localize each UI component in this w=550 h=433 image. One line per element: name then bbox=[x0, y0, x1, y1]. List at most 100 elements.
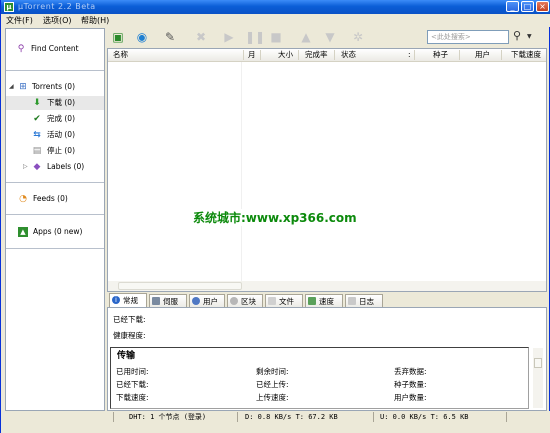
info-icon: i bbox=[112, 296, 120, 304]
downloaded-transfer-label: 已经下载: bbox=[116, 380, 149, 389]
menu-bar: 文件(F) 选项(O) 帮助(H) bbox=[1, 14, 550, 27]
expand-icon[interactable]: ▷ bbox=[23, 160, 28, 174]
menu-options[interactable]: 选项(O) bbox=[43, 15, 72, 26]
uploaded-label: 已经上传: bbox=[256, 380, 289, 389]
sidebar-divider bbox=[6, 70, 104, 71]
log-icon bbox=[348, 297, 356, 305]
sidebar-item-stopped[interactable]: ▤ 停止 (0) bbox=[6, 144, 104, 158]
chevron-down-icon[interactable]: ▼ bbox=[527, 33, 532, 40]
downloaded-label: 已经下载: bbox=[113, 315, 146, 324]
torrents-label: Torrents (0) bbox=[32, 82, 75, 91]
start-icon[interactable]: ▶ bbox=[221, 29, 237, 45]
apps-icon: ▲ bbox=[18, 227, 28, 237]
download-status[interactable]: D: 0.8 KB/s T: 67.2 KB bbox=[245, 412, 338, 422]
column-month[interactable]: 月 bbox=[248, 49, 256, 61]
time-elapsed-label: 已用时间: bbox=[116, 367, 149, 376]
column-progress[interactable]: 完成率 bbox=[305, 49, 328, 61]
speed-graph-icon bbox=[308, 297, 316, 305]
column-seeds[interactable]: 种子 bbox=[433, 49, 448, 61]
watermark-text: 系统城市:www.xp366.com bbox=[191, 209, 359, 226]
peers-count-label: 用户数量: bbox=[394, 393, 427, 402]
peers-icon bbox=[192, 297, 200, 305]
sidebar: ⚲ Find Content ◢ ⊞ Torrents (0) ⬇ 下载 (0)… bbox=[5, 28, 105, 411]
upload-status[interactable]: U: 0.0 KB/s T: 6.5 KB bbox=[380, 412, 469, 422]
wasted-label: 丢弃数据: bbox=[394, 367, 427, 376]
upload-speed-label: 上传速度: bbox=[256, 393, 289, 402]
create-torrent-icon[interactable]: ✎ bbox=[162, 29, 178, 45]
sidebar-divider bbox=[6, 182, 104, 183]
column-down-speed[interactable]: 下载速度 bbox=[511, 49, 541, 61]
column-status[interactable]: 状态 bbox=[341, 49, 356, 61]
app-window: µ µTorrent 2.2 Beta _ □ × 文件(F) 选项(O) 帮助… bbox=[0, 0, 550, 433]
add-torrent-icon[interactable]: ▣ bbox=[110, 29, 126, 45]
tab-general[interactable]: i 常规 bbox=[109, 293, 147, 307]
sidebar-item-apps[interactable]: ▲ Apps (0 new) bbox=[6, 225, 104, 239]
status-bar: DHT: 1 个节点 (登录) D: 0.8 KB/s T: 67.2 KB U… bbox=[1, 411, 550, 433]
find-content-item[interactable]: ⚲ Find Content bbox=[6, 42, 104, 56]
scroll-thumb[interactable] bbox=[118, 282, 242, 290]
files-icon bbox=[268, 297, 276, 305]
sidebar-item-torrents[interactable]: ◢ ⊞ Torrents (0) bbox=[6, 80, 104, 94]
tab-logger[interactable]: 日志 bbox=[345, 294, 383, 307]
column-size[interactable]: 大小 bbox=[278, 49, 293, 61]
title-bar[interactable]: µ µTorrent 2.2 Beta _ □ × bbox=[1, 0, 550, 14]
tab-pieces[interactable]: 区块 bbox=[227, 294, 263, 307]
stop-icon[interactable]: ■ bbox=[268, 29, 284, 45]
utorrent-logo-icon: µ bbox=[4, 2, 14, 12]
menu-help[interactable]: 帮助(H) bbox=[81, 15, 109, 26]
label-tag-icon: ◆ bbox=[33, 162, 41, 172]
minimize-button[interactable]: _ bbox=[506, 1, 519, 12]
dht-status[interactable]: DHT: 1 个节点 (登录) bbox=[129, 412, 206, 422]
vertical-scrollbar[interactable] bbox=[533, 348, 543, 408]
active-label: 活动 (0) bbox=[47, 130, 76, 139]
close-button[interactable]: × bbox=[536, 1, 549, 12]
transfer-section: 传输 已用时间: 剩余时间: 丢弃数据: 已经下载: 已经上传: 种子数量: 下… bbox=[110, 347, 529, 409]
remove-icon[interactable]: ✖ bbox=[193, 29, 209, 45]
availability-label: 健康程度: bbox=[113, 331, 146, 340]
general-panel: 已经下载: 健康程度: 传输 已用时间: 剩余时间: 丢弃数据: 已经下载: 已… bbox=[107, 307, 547, 411]
maximize-button[interactable]: □ bbox=[521, 1, 534, 12]
preferences-icon[interactable]: ✲ bbox=[350, 29, 366, 45]
menu-file[interactable]: 文件(F) bbox=[6, 15, 33, 26]
window-title: µTorrent 2.2 Beta bbox=[18, 2, 96, 11]
download-speed-label: 下载速度: bbox=[116, 393, 149, 402]
horizontal-scrollbar[interactable] bbox=[108, 281, 546, 291]
stopped-icon: ▤ bbox=[32, 146, 42, 156]
torrent-list[interactable]: 名称 月 大小 完成率 状态 : 种子 用户 下载速度 bbox=[107, 48, 547, 292]
column-peers[interactable]: 用户 bbox=[475, 49, 490, 61]
remaining-label: 剩余时间: bbox=[256, 367, 289, 376]
find-content-label: Find Content bbox=[31, 44, 79, 53]
scroll-thumb[interactable] bbox=[534, 358, 542, 368]
apps-label: Apps (0 new) bbox=[33, 227, 83, 236]
pause-icon[interactable]: ❚❚ bbox=[245, 29, 265, 45]
search-icon[interactable]: ⚲ bbox=[513, 29, 521, 43]
search-input[interactable]: <此处搜索> bbox=[427, 30, 509, 44]
tab-speed[interactable]: 速度 bbox=[305, 294, 343, 307]
column-name[interactable]: 名称 bbox=[113, 49, 128, 61]
tab-peers[interactable]: 用户 bbox=[189, 294, 225, 307]
sidebar-item-labels[interactable]: ▷ ◆ Labels (0) bbox=[6, 160, 104, 174]
add-url-icon[interactable]: ◉ bbox=[134, 29, 150, 45]
down-arrow-icon: ⬇ bbox=[33, 98, 41, 108]
detail-tabs: i 常规 伺服 用户 区块 文件 速度 日志 bbox=[107, 293, 547, 307]
pieces-icon bbox=[230, 297, 238, 305]
sidebar-item-feeds[interactable]: ◔ Feeds (0) bbox=[6, 192, 104, 206]
list-header: 名称 月 大小 完成率 状态 : 种子 用户 下载速度 bbox=[108, 49, 546, 62]
magnifier-icon: ⚲ bbox=[17, 44, 25, 54]
check-icon: ✔ bbox=[33, 114, 41, 124]
move-down-icon[interactable]: ▼ bbox=[322, 29, 338, 45]
seeds-count-label: 种子数量: bbox=[394, 380, 427, 389]
column-separator-marker[interactable]: : bbox=[408, 49, 411, 61]
labels-label: Labels (0) bbox=[47, 162, 85, 171]
sidebar-item-active[interactable]: ⇆ 活动 (0) bbox=[6, 128, 104, 142]
move-up-icon[interactable]: ▲ bbox=[298, 29, 314, 45]
torrents-icon: ⊞ bbox=[19, 82, 27, 92]
trackers-icon bbox=[152, 297, 160, 305]
sidebar-item-downloading[interactable]: ⬇ 下载 (0) bbox=[6, 96, 104, 110]
feeds-label: Feeds (0) bbox=[33, 194, 68, 203]
collapse-icon[interactable]: ◢ bbox=[9, 80, 14, 94]
sync-icon: ⇆ bbox=[33, 130, 41, 140]
tab-files[interactable]: 文件 bbox=[265, 294, 303, 307]
tab-trackers[interactable]: 伺服 bbox=[149, 294, 187, 307]
sidebar-item-completed[interactable]: ✔ 完成 (0) bbox=[6, 112, 104, 126]
